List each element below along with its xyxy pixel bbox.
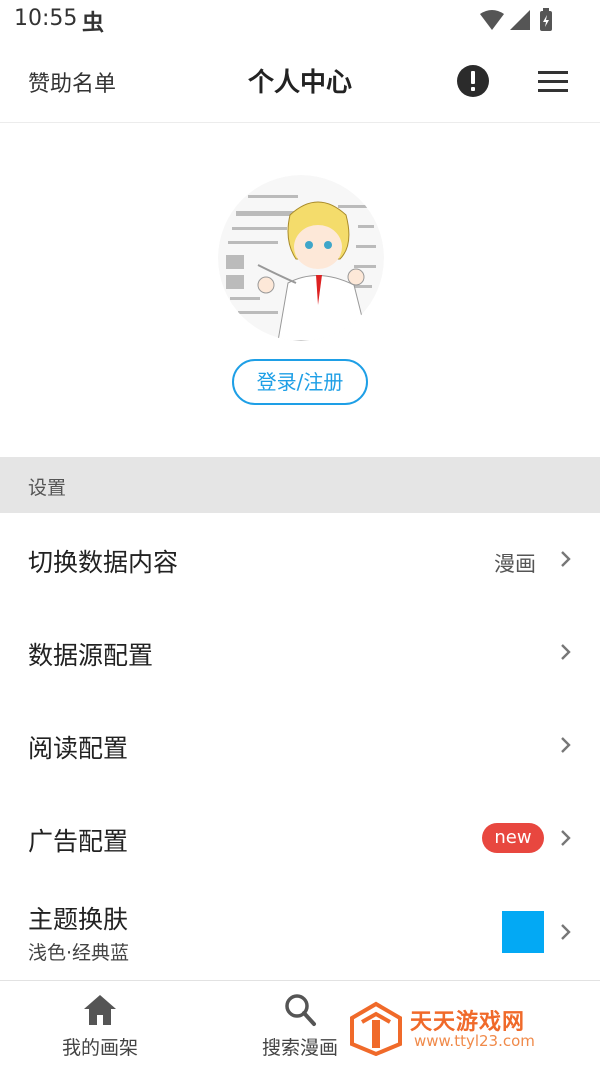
row-label: 广告配置 xyxy=(28,827,129,856)
chevron-right-icon xyxy=(561,644,571,660)
row-label: 阅读配置 xyxy=(28,734,129,763)
battery-icon xyxy=(540,8,552,31)
watermark-logo-icon xyxy=(350,1001,402,1056)
wifi-icon xyxy=(480,10,504,30)
theme-color-swatch xyxy=(502,911,544,953)
header: 赞助名单 个人中心 xyxy=(0,42,600,123)
nav-item-bookshelf[interactable]: 我的画架 xyxy=(30,981,170,1067)
signal-icon xyxy=(510,10,530,30)
chevron-right-icon xyxy=(561,551,571,567)
chevron-right-icon xyxy=(561,737,571,753)
status-time: 10:55 xyxy=(14,6,78,31)
chevron-right-icon xyxy=(561,830,571,846)
watermark-url: www.ttyl23.com xyxy=(414,1032,535,1050)
row-subtitle: 浅色·经典蓝 xyxy=(28,942,130,964)
row-label: 切换数据内容 xyxy=(28,548,179,577)
nav-label: 我的画架 xyxy=(61,1037,138,1059)
watermark: 天天游戏网 www.ttyl23.com xyxy=(348,1000,598,1056)
status-app-icon: 虫 xyxy=(82,11,105,36)
status-bar: 10:55 虫 xyxy=(0,0,600,42)
chevron-right-icon xyxy=(561,924,571,940)
row-label: 数据源配置 xyxy=(28,641,154,670)
row-value: 漫画 xyxy=(494,552,536,576)
login-register-button[interactable]: 登录/注册 xyxy=(232,359,368,405)
settings-item-switch-content[interactable]: 切换数据内容 漫画 xyxy=(0,513,600,606)
status-icons xyxy=(478,8,556,34)
section-title: 设置 xyxy=(28,477,67,499)
avatar[interactable] xyxy=(218,175,384,341)
page-title: 个人中心 xyxy=(247,68,352,98)
home-icon xyxy=(84,995,116,1025)
settings-section-header: 设置 xyxy=(0,457,600,513)
settings-item-data-source[interactable]: 数据源配置 xyxy=(0,605,600,699)
row-label: 主题换肤 xyxy=(28,905,129,934)
settings-item-reading[interactable]: 阅读配置 xyxy=(0,698,600,792)
settings-item-theme[interactable]: 主题换肤 浅色·经典蓝 xyxy=(0,884,600,980)
menu-icon[interactable] xyxy=(538,70,568,94)
settings-item-ads[interactable]: 广告配置 new xyxy=(0,791,600,885)
alert-icon[interactable] xyxy=(456,64,490,98)
search-icon xyxy=(285,994,316,1026)
new-badge: new xyxy=(482,823,544,853)
